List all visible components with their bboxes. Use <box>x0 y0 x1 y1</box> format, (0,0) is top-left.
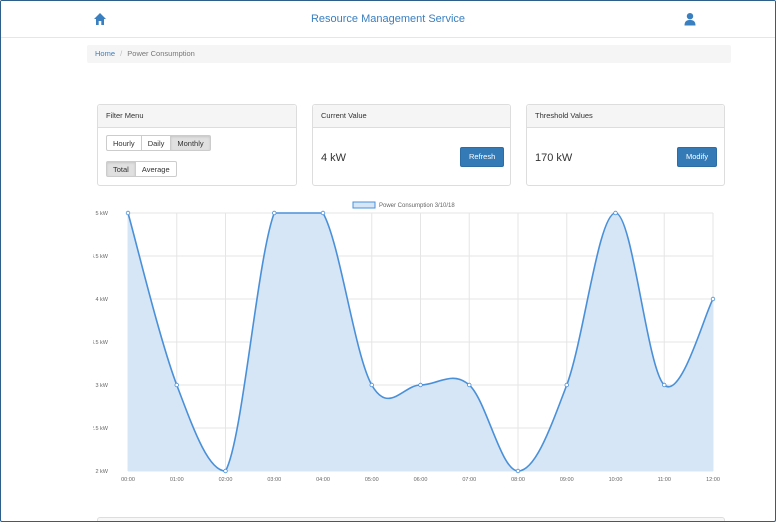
chart-data-point <box>369 382 374 388</box>
chart-y-tick-label: 2 kW <box>95 469 108 475</box>
chart-x-tick-label: 05:00 <box>365 477 379 483</box>
filter-menu-title: Filter Menu <box>98 105 296 128</box>
chart-data-point <box>662 382 667 388</box>
threshold-value-text: 170 kW <box>535 152 573 164</box>
chart-x-tick-label: 11:00 <box>658 477 671 483</box>
app-title: Resource Management Service <box>310 13 466 25</box>
bottom-panel <box>97 517 725 521</box>
breadcrumb-separator: / <box>120 49 123 58</box>
filter-menu-panel: Filter Menu Hourly Daily Monthly Total A… <box>97 104 297 186</box>
chart-y-tick-label: 3 kW <box>95 383 108 389</box>
chart-data-point <box>174 382 179 388</box>
app-window: Resource Management Service Home / Power… <box>0 0 776 522</box>
chart-data-point <box>125 210 131 216</box>
daily-button[interactable]: Daily <box>140 135 172 151</box>
chart-data-point <box>418 382 423 388</box>
chart-y-tick-label: 5 kW <box>95 211 108 217</box>
current-value-text: 4 kW <box>321 152 347 164</box>
chart-y-tick-label: 3.5 kW <box>93 340 109 346</box>
breadcrumb-current: Power Consumption <box>127 49 195 58</box>
breadcrumb: Home / Power Consumption <box>87 45 731 63</box>
chart-x-tick-label: 06:00 <box>414 477 428 483</box>
user-icon[interactable] <box>683 12 697 26</box>
breadcrumb-home-link[interactable]: Home <box>95 49 115 58</box>
chart-data-point <box>272 210 277 216</box>
chart-x-tick-label: 00:00 <box>121 477 135 483</box>
chart-y-tick-label: 4.5 kW <box>93 254 109 260</box>
chart-data-point <box>710 296 716 302</box>
average-button[interactable]: Average <box>134 161 177 177</box>
total-button[interactable]: Total <box>106 161 136 177</box>
chart-y-tick-label: 2.5 kW <box>93 426 109 432</box>
chart-y-tick-label: 4 kW <box>95 297 108 303</box>
chart-legend-label: Power Consumption 3/10/18 <box>379 203 455 209</box>
chart-x-tick-label: 10:00 <box>609 477 623 483</box>
aggregate-button-group: Total Average <box>106 161 177 177</box>
chart-x-tick-label: 04:00 <box>316 477 330 483</box>
threshold-values-panel: Threshold Values 170 kW Modify <box>526 104 725 186</box>
power-consumption-chart: 5 kW 4.5 kW 4 kW 3.5 kW 3 kW 2.5 kW 2 kW 00:00 0… <box>93 195 733 495</box>
monthly-button[interactable]: Monthly <box>170 135 211 151</box>
chart-data-point <box>320 210 326 216</box>
current-value-title: Current Value <box>313 105 510 128</box>
chart-x-tick-label: 12:00 <box>706 477 720 483</box>
threshold-values-title: Threshold Values <box>527 105 724 128</box>
chart-x-tick-label: 02:00 <box>219 477 233 483</box>
chart-x-tick-label: 09:00 <box>560 477 574 483</box>
refresh-button[interactable]: Refresh <box>460 147 505 167</box>
chart-svg: 5 kW 4.5 kW 4 kW 3.5 kW 3 kW 2.5 kW 2 kW 00:00 0… <box>93 201 720 483</box>
chart-x-tick-label: 01:00 <box>170 477 184 483</box>
chart-data-point <box>564 382 569 388</box>
hourly-button[interactable]: Hourly <box>106 135 142 151</box>
chart-data-point <box>515 468 521 474</box>
chart-x-tick-label: 03:00 <box>267 477 281 483</box>
top-navbar: Resource Management Service <box>1 1 775 38</box>
period-button-group: Hourly Daily Monthly <box>106 135 211 151</box>
chart-legend-swatch <box>352 201 376 209</box>
chart-data-point <box>613 210 618 216</box>
current-value-panel: Current Value 4 kW Refresh <box>312 104 511 186</box>
chart-x-tick-label: 08:00 <box>511 477 525 483</box>
chart-x-tick-label: 07:00 <box>462 477 476 483</box>
chart-data-point <box>467 382 472 388</box>
modify-button[interactable]: Modify <box>677 147 718 167</box>
chart-data-point <box>223 468 228 474</box>
